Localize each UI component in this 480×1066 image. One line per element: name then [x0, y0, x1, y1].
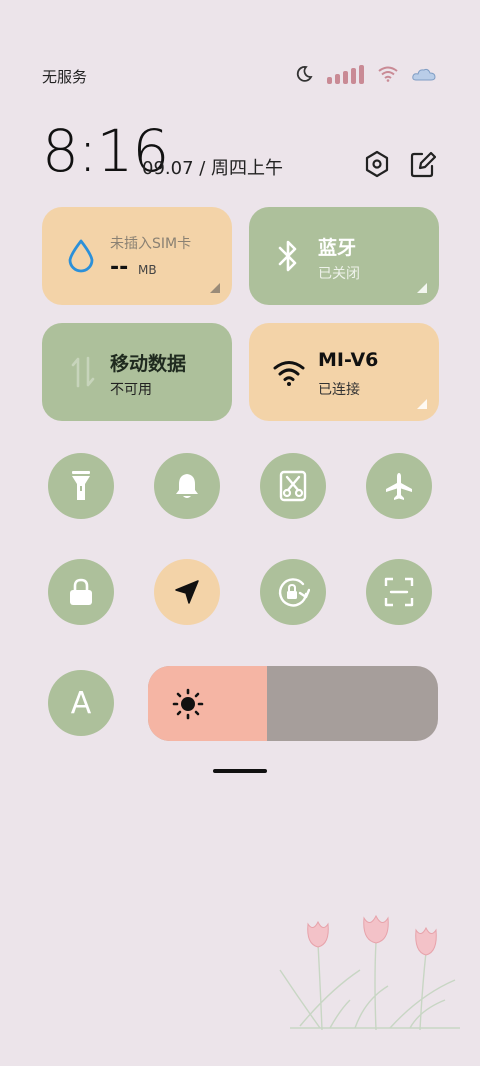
wifi-network-name: MI-V6	[318, 349, 379, 371]
signal-icon	[327, 64, 364, 84]
settings-icon[interactable]	[364, 150, 390, 178]
wifi-status: 已连接	[318, 382, 360, 398]
clock-date: 09.07 / 周四上午	[142, 158, 284, 179]
status-icons	[295, 64, 436, 84]
expand-corner	[417, 399, 427, 409]
screenshot-toggle[interactable]	[260, 453, 326, 519]
bluetooth-icon	[278, 240, 297, 272]
wifi-icon	[378, 66, 398, 82]
wifi-icon	[273, 361, 305, 386]
data-arrows-icon	[71, 356, 95, 388]
flashlight-toggle[interactable]	[48, 453, 114, 519]
carrier-status: 无服务	[42, 68, 88, 86]
sun-icon	[172, 688, 204, 720]
location-toggle[interactable]	[154, 559, 220, 625]
expand-corner	[417, 283, 427, 293]
bell-icon	[176, 474, 198, 498]
airplane-mode-toggle[interactable]	[366, 453, 432, 519]
brightness-slider[interactable]	[148, 666, 438, 741]
data-usage-tile[interactable]: 未插入SIM卡 -- MB	[42, 207, 232, 305]
moon-icon	[296, 66, 313, 82]
location-icon	[175, 580, 199, 604]
data-usage-value: --	[110, 255, 129, 280]
scan-icon	[384, 577, 414, 607]
lock-icon	[70, 578, 92, 605]
auto-brightness-toggle[interactable]: A	[48, 670, 114, 736]
rotation-lock-icon	[278, 578, 310, 607]
data-usage-unit: MB	[138, 263, 157, 277]
droplet-icon	[68, 239, 94, 273]
panel-handle[interactable]	[213, 769, 267, 773]
mobile-data-title: 移动数据	[110, 353, 187, 375]
brightness-fill	[148, 666, 267, 741]
bluetooth-title: 蓝牙	[318, 237, 357, 259]
tulip-wallpaper-illustration	[279, 914, 460, 1031]
rotation-lock-toggle[interactable]	[260, 559, 326, 625]
wifi-tile[interactable]: MI-V6 已连接	[249, 323, 439, 421]
scan-toggle[interactable]	[366, 559, 432, 625]
lock-screen-toggle[interactable]	[48, 559, 114, 625]
bluetooth-status: 已关闭	[318, 266, 360, 282]
screenshot-icon	[279, 470, 307, 502]
mobile-data-status: 不可用	[110, 382, 152, 398]
bluetooth-tile[interactable]: 蓝牙 已关闭	[249, 207, 439, 305]
expand-corner	[210, 283, 220, 293]
sim-status: 未插入SIM卡	[110, 236, 192, 252]
airplane-icon	[386, 473, 412, 500]
ringer-toggle[interactable]	[154, 453, 220, 519]
flashlight-icon	[72, 471, 90, 500]
edit-icon[interactable]	[410, 150, 436, 178]
auto-brightness-label: A	[70, 685, 92, 721]
mobile-data-tile[interactable]: 移动数据 不可用	[42, 323, 232, 421]
cloud-icon	[412, 68, 436, 81]
